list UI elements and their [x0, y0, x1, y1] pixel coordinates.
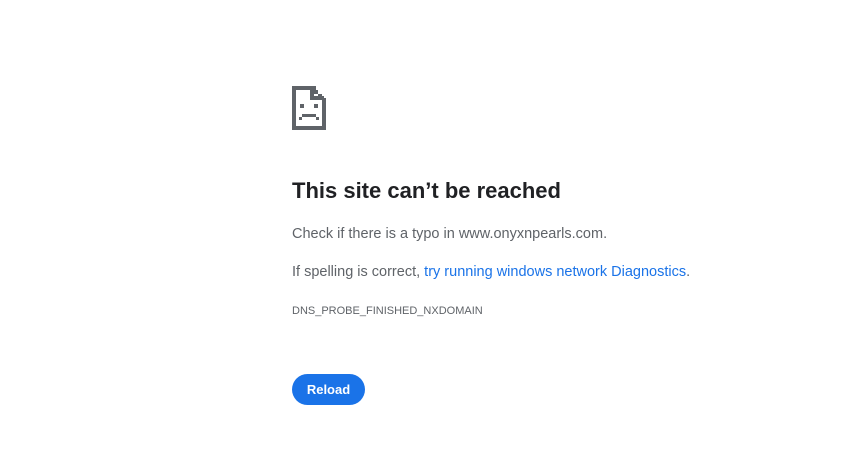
error-page: This site can’t be reached Check if ther… — [0, 0, 859, 468]
spelling-prefix: If spelling is correct, — [292, 264, 425, 280]
page-title: This site can’t be reached — [292, 178, 561, 203]
sad-page-icon — [292, 86, 326, 130]
reload-button[interactable]: Reload — [292, 374, 365, 405]
error-code: DNS_PROBE_FINISHED_NXDOMAIN — [292, 305, 483, 317]
spelling-message: If spelling is correct, try running wind… — [292, 262, 690, 282]
network-diagnostics-link[interactable]: try running windows network Diagnostics — [424, 264, 686, 280]
typo-message: Check if there is a typo in www.onyxnpea… — [292, 226, 608, 242]
spelling-suffix: . — [686, 264, 691, 280]
